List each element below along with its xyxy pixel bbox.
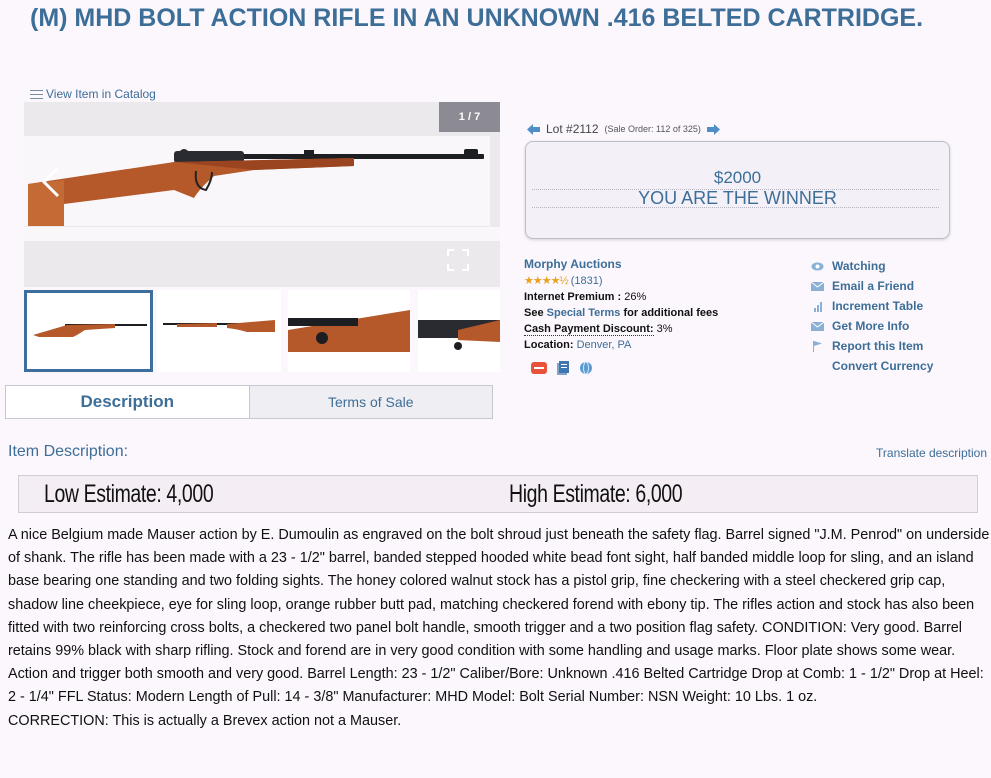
star-rating-icon: ★★★★½ — [524, 275, 569, 287]
envelope-icon — [811, 321, 824, 331]
bid-result: YOU ARE THE WINNER — [638, 188, 837, 208]
sale-order: (Sale Order: 112 of 325) — [604, 124, 701, 134]
see-label: See — [524, 307, 544, 319]
share-badge-icon[interactable] — [531, 361, 547, 375]
translate-description-link[interactable]: Translate description — [876, 446, 987, 460]
thumbnail-strip — [24, 290, 500, 372]
fees-label: for additional fees — [623, 307, 719, 319]
item-description-heading: Item Description: — [8, 443, 129, 460]
item-actions: Watching Email a Friend Increment Table … — [811, 256, 933, 376]
eye-icon — [811, 262, 824, 270]
page-title: (M) MHD BOLT ACTION RIFLE IN AN UNKNOWN … — [30, 4, 924, 32]
rifle-image — [24, 136, 490, 226]
auctioneer-info: Morphy Auctions ★★★★½ (1831) Internet Pr… — [524, 256, 804, 353]
fullscreen-icon[interactable] — [446, 248, 470, 272]
document-icon[interactable] — [556, 360, 570, 376]
high-estimate: High Estimate: 6,000 — [509, 480, 683, 508]
special-terms-link[interactable]: Special Terms — [547, 307, 621, 319]
thumbnail-bolt-icon — [418, 290, 500, 372]
thumbnail-4[interactable] — [418, 290, 500, 372]
tab-terms-of-sale[interactable]: Terms of Sale — [248, 386, 492, 418]
item-tabs: Description Terms of Sale — [5, 385, 493, 419]
thumbnail-action-icon — [288, 290, 410, 372]
cash-discount-value: 3% — [656, 323, 673, 335]
action-label: Report this Item — [832, 339, 924, 353]
list-icon — [30, 89, 43, 99]
lot-number: Lot #2112 — [546, 122, 599, 136]
location-label: Location: — [524, 339, 574, 351]
description-text: A nice Belgium made Mauser action by E. … — [8, 527, 990, 706]
bid-status-box: $2000 YOU ARE THE WINNER — [525, 141, 950, 239]
view-in-catalog-link[interactable]: View Item in Catalog — [30, 87, 156, 101]
action-label: Email a Friend — [832, 279, 915, 293]
previous-image-icon[interactable] — [40, 165, 62, 199]
premium-value: 26% — [624, 291, 647, 303]
rating-count[interactable]: (1831) — [571, 275, 603, 287]
envelope-icon — [811, 281, 824, 291]
gallery-divider — [24, 227, 500, 241]
share-icons — [531, 360, 593, 376]
divider — [532, 207, 939, 208]
next-lot-icon[interactable] — [706, 123, 720, 135]
premium-label: Internet Premium : — [524, 291, 622, 303]
action-label: Convert Currency — [832, 359, 934, 373]
item-description-body: A nice Belgium made Mauser action by E. … — [8, 524, 990, 733]
action-increment-table[interactable]: Increment Table — [811, 296, 933, 316]
globe-icon[interactable] — [579, 361, 593, 375]
action-convert-currency[interactable]: Convert Currency — [811, 356, 933, 376]
description-correction: CORRECTION: This is actually a Brevex ac… — [8, 712, 402, 729]
action-report-item[interactable]: Report this Item — [811, 336, 933, 356]
main-rifle-image[interactable] — [24, 136, 490, 226]
thumbnail-rifle-icon — [157, 290, 281, 372]
thumbnail-1[interactable] — [24, 290, 153, 372]
thumbnail-3[interactable] — [288, 290, 410, 372]
action-label: Watching — [832, 259, 886, 273]
cash-discount-label[interactable]: Cash Payment Discount: — [524, 323, 654, 336]
auction-house-link[interactable]: Morphy Auctions — [524, 257, 622, 271]
thumbnail-2[interactable] — [157, 290, 281, 372]
action-label: Get More Info — [832, 319, 910, 333]
view-in-catalog-label: View Item in Catalog — [46, 87, 156, 101]
flag-icon — [813, 340, 822, 352]
location-link[interactable]: Denver, PA — [577, 339, 632, 351]
action-watching[interactable]: Watching — [811, 256, 933, 276]
tab-description[interactable]: Description — [6, 386, 249, 418]
previous-lot-icon[interactable] — [527, 123, 540, 135]
winning-bid-amount: $2000 — [713, 168, 762, 187]
bar-chart-icon — [814, 301, 822, 312]
low-estimate: Low Estimate: 4,000 — [44, 480, 214, 508]
action-get-more-info[interactable]: Get More Info — [811, 316, 933, 336]
action-email-friend[interactable]: Email a Friend — [811, 276, 933, 296]
image-counter: 1 / 7 — [439, 102, 500, 132]
action-label: Increment Table — [832, 299, 924, 313]
lot-navigation: Lot #2112 (Sale Order: 112 of 325) — [527, 122, 720, 136]
thumbnail-rifle-icon — [27, 293, 150, 369]
estimate-bar: Low Estimate: 4,000 High Estimate: 6,000 — [18, 475, 978, 513]
